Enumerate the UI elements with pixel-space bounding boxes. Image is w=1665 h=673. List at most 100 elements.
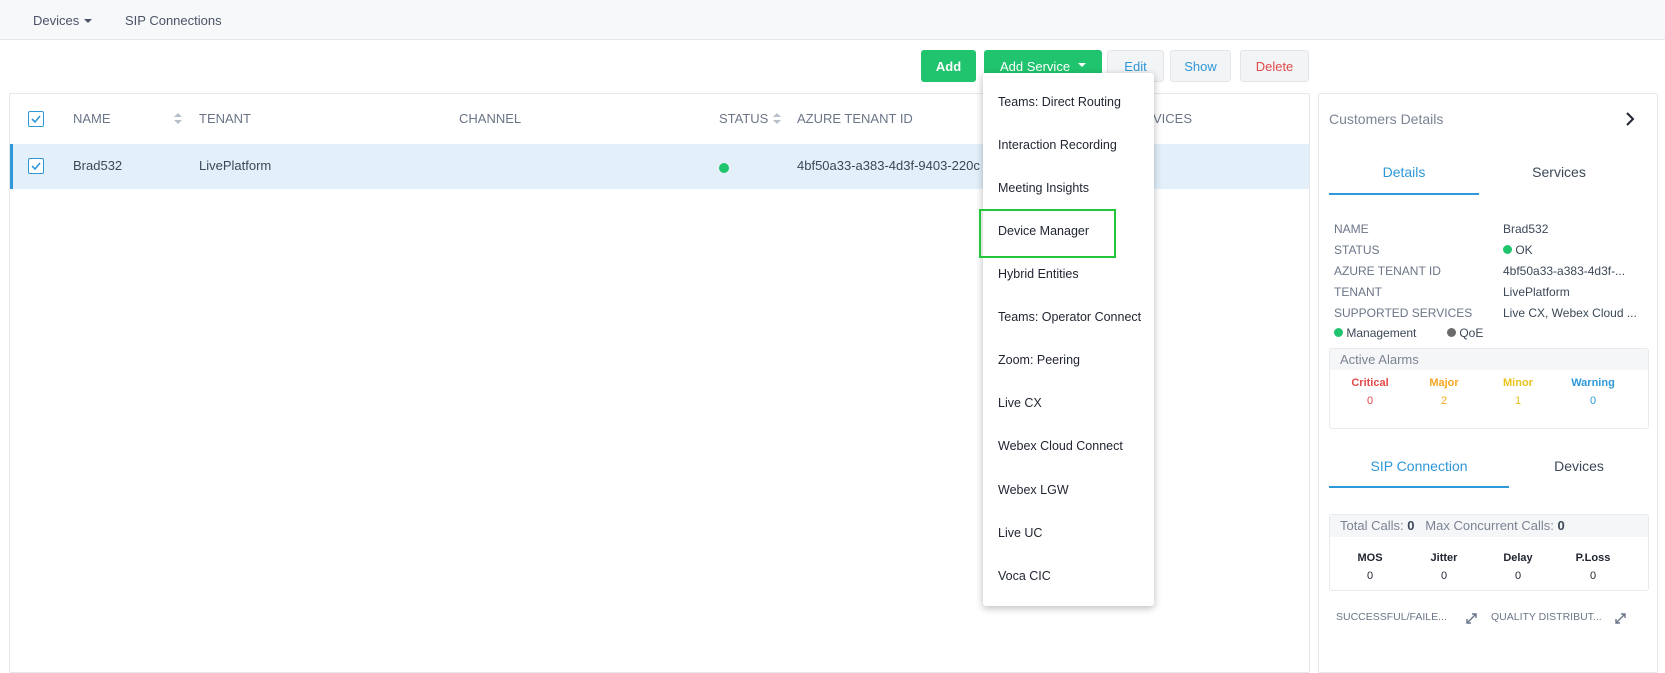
- menu-item-zoom-peering[interactable]: Zoom: Peering: [998, 353, 1080, 367]
- add-service-dropdown: Teams: Direct Routing Interaction Record…: [983, 73, 1154, 606]
- stat-delay-value: 0: [1514, 570, 1522, 582]
- expand-icon[interactable]: [1466, 613, 1477, 624]
- menu-item-interaction-recording[interactable]: Interaction Recording: [998, 138, 1117, 152]
- alarm-minor-value: 1: [1514, 395, 1522, 407]
- detail-tenant-key: TENANT: [1334, 285, 1382, 299]
- tab-services[interactable]: Services: [1484, 164, 1634, 180]
- alarm-major-label: Major: [1429, 377, 1459, 389]
- cell-status: [719, 161, 729, 176]
- stat-jitter-label: Jitter: [1430, 552, 1458, 564]
- menu-item-teams-direct-routing[interactable]: Teams: Direct Routing: [998, 95, 1121, 109]
- sort-icon[interactable]: [773, 113, 781, 125]
- menu-item-webex-cloud-connect[interactable]: Webex Cloud Connect: [998, 439, 1123, 453]
- show-button[interactable]: Show: [1170, 50, 1231, 82]
- legend-management: Management: [1334, 326, 1416, 340]
- stat-mos-label: MOS: [1357, 552, 1383, 564]
- detail-azure-key: AZURE TENANT ID: [1334, 264, 1441, 278]
- cell-tenant: LivePlatform: [199, 158, 272, 173]
- add-button[interactable]: Add: [921, 50, 976, 82]
- tab-sip-connection[interactable]: SIP Connection: [1329, 458, 1509, 474]
- menu-item-highlight: [979, 209, 1116, 258]
- nav-sip-connections[interactable]: SIP Connections: [125, 13, 222, 28]
- customers-details-panel: Customers Details Details Services NAME …: [1318, 93, 1658, 673]
- alarm-critical-value: 0: [1366, 395, 1374, 407]
- successful-failed-chart-title: SUCCESSFUL/FAILE...: [1336, 611, 1447, 623]
- detail-supported-key: SUPPORTED SERVICES: [1334, 306, 1473, 320]
- nav-devices-menu[interactable]: Devices: [33, 13, 93, 28]
- stat-jitter: Jitter 0: [1409, 552, 1479, 582]
- select-all-checkbox[interactable]: [28, 111, 44, 127]
- alarm-critical-label: Critical: [1351, 377, 1389, 389]
- total-calls-value: 0: [1407, 518, 1415, 533]
- detail-tenant-value: LivePlatform: [1503, 285, 1570, 299]
- column-header-services[interactable]: VICES: [1153, 111, 1192, 126]
- detail-azure-value: 4bf50a33-a383-4d3f-...: [1503, 264, 1626, 278]
- stat-delay: Delay 0: [1483, 552, 1553, 582]
- menu-item-live-cx[interactable]: Live CX: [998, 396, 1042, 410]
- detail-name-key: NAME: [1334, 222, 1369, 236]
- panel-title: Customers Details: [1329, 111, 1444, 127]
- management-dot-icon: [1334, 328, 1343, 337]
- cell-azure-tenant-id: 4bf50a33-a383-4d3f-9403-220c: [797, 158, 980, 173]
- column-header-tenant[interactable]: TENANT: [199, 111, 251, 126]
- alarm-major-value: 2: [1440, 395, 1448, 407]
- chevron-down-icon: [84, 19, 93, 23]
- stat-jitter-value: 0: [1440, 570, 1448, 582]
- column-header-status[interactable]: STATUS: [719, 111, 768, 126]
- qoe-dot-icon: [1447, 328, 1456, 337]
- menu-item-meeting-insights[interactable]: Meeting Insights: [998, 181, 1089, 195]
- detail-status-key: STATUS: [1334, 243, 1380, 257]
- delete-button[interactable]: Delete: [1240, 50, 1309, 82]
- quality-distribution-chart-title: QUALITY DISTRIBUT...: [1491, 611, 1602, 623]
- status-ok-icon: [1503, 245, 1512, 254]
- add-service-label: Add Service: [999, 59, 1071, 74]
- menu-item-hybrid-entities[interactable]: Hybrid Entities: [998, 267, 1079, 281]
- legend-qoe-label: QoE: [1459, 326, 1484, 340]
- alarm-major[interactable]: Major 2: [1409, 377, 1479, 407]
- alarm-minor-label: Minor: [1503, 377, 1533, 389]
- legend-management-label: Management: [1346, 326, 1417, 340]
- menu-item-voca-cic[interactable]: Voca CIC: [998, 569, 1051, 583]
- top-nav-bar: Devices SIP Connections: [0, 0, 1665, 40]
- nav-devices-label: Devices: [33, 13, 80, 28]
- alarm-minor[interactable]: Minor 1: [1483, 377, 1553, 407]
- tab-active-underline: [1329, 193, 1479, 195]
- column-header-channel[interactable]: CHANNEL: [459, 111, 521, 126]
- calls-summary: Total Calls: 0 Max Concurrent Calls: 0: [1330, 515, 1648, 537]
- column-header-azure-tenant-id[interactable]: AZURE TENANT ID: [797, 111, 913, 126]
- column-header-name[interactable]: NAME: [73, 111, 111, 126]
- alarm-warning-label: Warning: [1571, 377, 1615, 389]
- sort-icon[interactable]: [174, 113, 182, 125]
- menu-item-webex-lgw[interactable]: Webex LGW: [998, 483, 1069, 497]
- alarm-warning-value: 0: [1589, 395, 1597, 407]
- alarm-critical[interactable]: Critical 0: [1335, 377, 1405, 407]
- detail-status-value: OK: [1503, 243, 1648, 257]
- legend-qoe: QoE: [1447, 326, 1483, 340]
- active-alarms-title: Active Alarms: [1330, 349, 1648, 370]
- active-alarms-box: Active Alarms Critical 0 Major 2 Minor 1…: [1329, 348, 1649, 429]
- stat-mos: MOS 0: [1335, 552, 1405, 582]
- total-calls-label: Total Calls:: [1340, 518, 1404, 533]
- chevron-down-icon: [1078, 63, 1087, 67]
- menu-item-live-uc[interactable]: Live UC: [998, 526, 1042, 540]
- alarm-warning[interactable]: Warning 0: [1558, 377, 1628, 407]
- max-concurrent-value: 0: [1557, 518, 1565, 533]
- nav-sip-label: SIP Connections: [125, 13, 222, 28]
- chevron-right-icon[interactable]: [1625, 112, 1635, 126]
- add-service-button[interactable]: Add Service: [984, 50, 1102, 73]
- detail-name-value: Brad532: [1503, 222, 1549, 236]
- stat-delay-label: Delay: [1503, 552, 1533, 564]
- stat-ploss-label: P.Loss: [1575, 552, 1611, 564]
- stat-ploss: P.Loss 0: [1558, 552, 1628, 582]
- max-concurrent-label: Max Concurrent Calls:: [1425, 518, 1554, 533]
- expand-icon[interactable]: [1615, 613, 1626, 624]
- menu-item-teams-operator-connect[interactable]: Teams: Operator Connect: [998, 310, 1141, 324]
- stat-mos-value: 0: [1366, 570, 1374, 582]
- row-checkbox[interactable]: [28, 158, 44, 174]
- check-icon: [31, 115, 41, 124]
- status-text: OK: [1515, 243, 1533, 257]
- stat-ploss-value: 0: [1589, 570, 1597, 582]
- tab-details[interactable]: Details: [1329, 164, 1479, 180]
- calls-stats-box: Total Calls: 0 Max Concurrent Calls: 0 M…: [1329, 514, 1649, 591]
- tab-devices[interactable]: Devices: [1509, 458, 1649, 474]
